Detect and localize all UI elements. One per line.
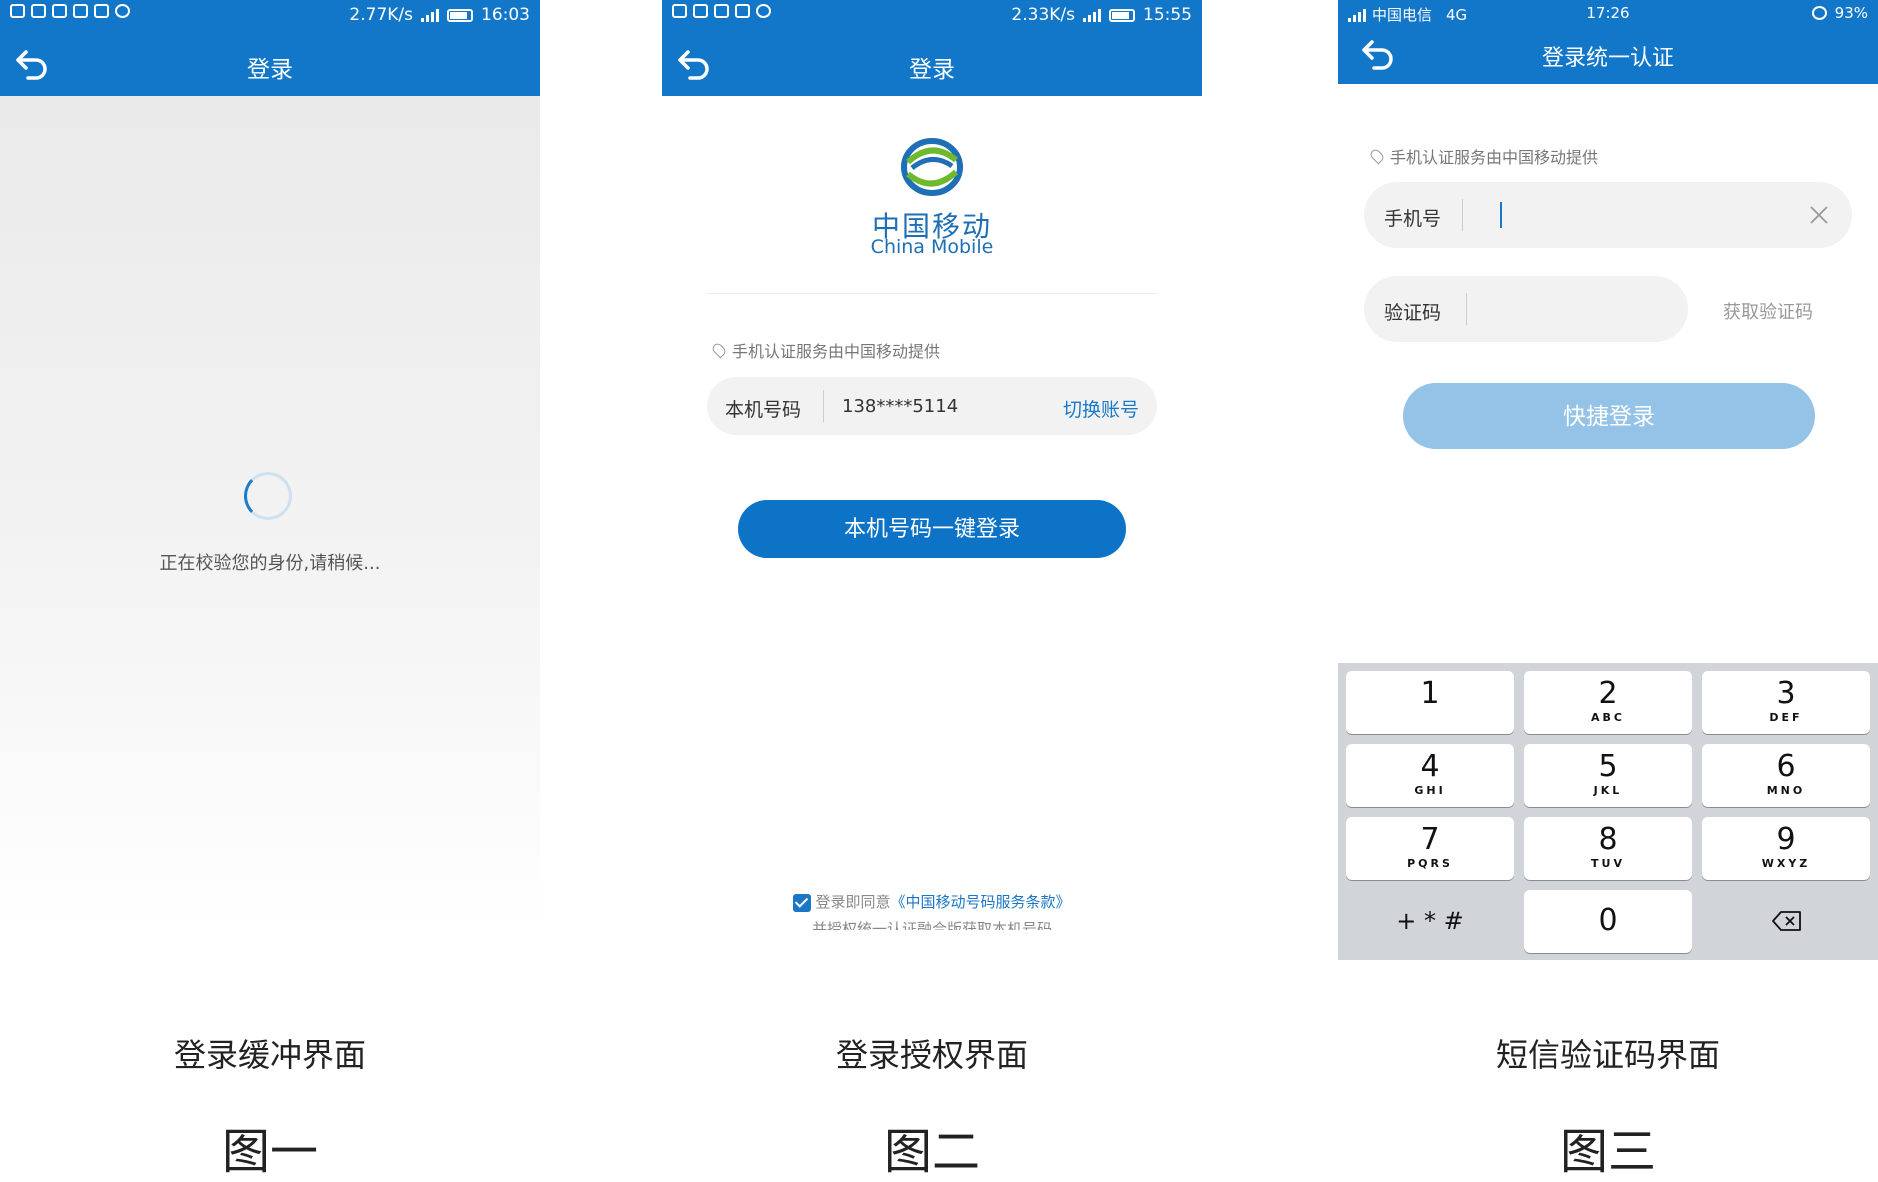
shield-icon <box>693 4 708 18</box>
clear-icon[interactable] <box>1808 204 1830 226</box>
location-pin-icon <box>1368 147 1386 165</box>
numeric-keypad: 1 2 ABC 3 DEF 4 GHI 5 JKL 6 MNO 7 PQRS 8 TUV 9W… <box>1338 663 1878 960</box>
local-number-label: 本机号码 <box>725 399 802 421</box>
figure-label-3: 图三 <box>1559 1124 1656 1180</box>
signal-icon <box>421 8 439 22</box>
sms-code-label: 验证码 <box>1384 302 1442 324</box>
key-9[interactable]: 9 WXYZ <box>1702 817 1870 880</box>
network-speed: 2.77K/s <box>349 5 413 25</box>
status-bar: 2.77K/s 16:03 <box>0 0 540 30</box>
phone-sms-code-screen: 中国电信 4G 17:26 93% 登录统一认证 手机认证服务由中国移动提供 手… <box>1338 0 1878 960</box>
provider-note: 手机认证服务由中国移动提供 <box>1368 144 1599 168</box>
phone-number-label: 手机号 <box>1384 208 1442 230</box>
key-7[interactable]: 7 PQRS <box>1346 817 1514 880</box>
usb-icon <box>714 4 729 18</box>
terms-link[interactable]: 《中国移动号码服务条款》 <box>891 893 1071 911</box>
status-bar: 2.33K/s 15:55 <box>662 0 1202 30</box>
text-cursor <box>1500 202 1502 228</box>
app-bar: 登录统一认证 <box>1338 26 1878 84</box>
page-title: 登录 <box>247 57 293 83</box>
message-icon <box>10 4 25 18</box>
provider-text: 手机认证服务由中国移动提供 <box>1390 148 1599 167</box>
smiley-icon <box>756 4 771 18</box>
page-title: 登录统一认证 <box>1541 46 1674 71</box>
figure-label-2: 图二 <box>883 1124 980 1180</box>
get-code-button[interactable]: 获取验证码 <box>1723 298 1813 324</box>
separator <box>1466 293 1467 325</box>
battery-icon <box>1109 8 1135 22</box>
spinner-icon <box>244 472 292 520</box>
signal-icon <box>1083 8 1101 22</box>
apps-icon <box>94 4 109 18</box>
clock: 17:26 <box>1586 4 1630 22</box>
brand-name-en: China Mobile <box>870 236 994 258</box>
smiley-icon <box>115 4 130 18</box>
masked-phone-number: 138****5114 <box>842 396 959 417</box>
clock: 16:03 <box>481 5 530 25</box>
key-0[interactable]: 0 <box>1524 890 1692 953</box>
key-symbols[interactable]: + * # <box>1346 890 1514 953</box>
one-click-login-button[interactable]: 本机号码一键登录 <box>738 500 1126 558</box>
page-title: 登录 <box>909 57 955 83</box>
figure-label-1: 图一 <box>221 1124 318 1180</box>
phone-number-field[interactable]: 手机号 <box>1364 182 1852 248</box>
separator <box>1462 199 1463 231</box>
caption-2: 登录授权界面 <box>835 1036 1028 1074</box>
agreement-line-2: 并授权统一认证融合版获取本机号码 <box>811 920 1052 930</box>
china-mobile-logo <box>901 138 963 196</box>
caption-3: 短信验证码界面 <box>1495 1036 1720 1074</box>
network-speed: 2.33K/s <box>1011 5 1075 25</box>
clock: 15:55 <box>1143 5 1192 25</box>
agreement-prefix: 登录即同意 <box>815 893 891 911</box>
backspace-key[interactable] <box>1702 890 1870 953</box>
backspace-icon <box>1772 911 1801 931</box>
provider-text: 手机认证服务由中国移动提供 <box>732 342 941 361</box>
provider-note: 手机认证服务由中国移动提供 <box>710 338 941 362</box>
agreement-line: 登录即同意《中国移动号码服务条款》 <box>662 891 1202 912</box>
phone-authorization-screen: 2.33K/s 15:55 登录 中国移动 China Mobile 手机认证服… <box>662 0 1202 930</box>
separator <box>823 390 824 422</box>
shield-icon <box>52 4 67 18</box>
caption-1: 登录缓冲界面 <box>173 1036 366 1074</box>
key-5[interactable]: 5 JKL <box>1524 744 1692 807</box>
sms-code-field[interactable]: 验证码 <box>1364 276 1688 342</box>
divider <box>707 293 1157 294</box>
key-3[interactable]: 3 DEF <box>1702 671 1870 734</box>
quick-login-button[interactable]: 快捷登录 <box>1403 383 1815 449</box>
key-2[interactable]: 2 ABC <box>1524 671 1692 734</box>
switch-account-link[interactable]: 切换账号 <box>1063 395 1139 422</box>
status-bar: 中国电信 4G 17:26 93% <box>1338 0 1878 26</box>
app-bar: 登录 <box>0 30 540 96</box>
key-1[interactable]: 1 <box>1346 671 1514 734</box>
usb-icon <box>73 4 88 18</box>
app-bar: 登录 <box>662 30 1202 96</box>
local-number-row: 本机号码 138****5114 切换账号 <box>707 377 1157 435</box>
verifying-message: 正在校验您的身份,请稍候... <box>159 553 381 574</box>
message-icon <box>672 4 687 18</box>
phone-loading-screen: 2.77K/s 16:03 登录 正在校验您的身份,请稍候... <box>0 0 540 930</box>
checkbox-icon[interactable] <box>793 893 812 912</box>
key-8[interactable]: 8 TUV <box>1524 817 1692 880</box>
gallery-icon <box>31 4 46 18</box>
rotation-lock-icon <box>1811 6 1827 20</box>
key-4[interactable]: 4 GHI <box>1346 744 1514 807</box>
battery-percent: 93% <box>1834 4 1868 22</box>
battery-icon <box>447 8 473 22</box>
apps-icon <box>735 4 750 18</box>
key-6[interactable]: 6 MNO <box>1702 744 1870 807</box>
location-pin-icon <box>710 341 728 359</box>
